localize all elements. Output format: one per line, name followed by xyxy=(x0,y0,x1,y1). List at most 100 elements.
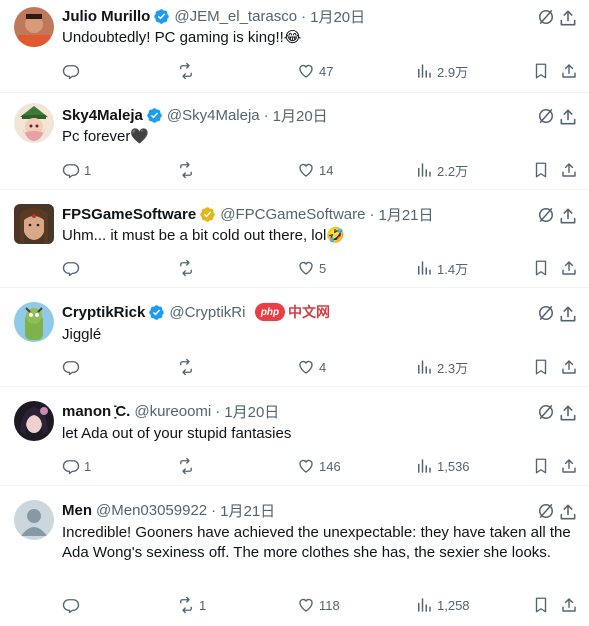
share-button[interactable] xyxy=(560,595,578,615)
reply-text: Incredible! Gooners have achieved the un… xyxy=(62,524,571,561)
bookmark-button[interactable] xyxy=(532,160,550,180)
user-name[interactable]: Men xyxy=(62,502,92,519)
user-handle[interactable]: @JEM_el_tarasco xyxy=(174,8,297,25)
reply-item[interactable]: manon ̣̇̇C. @kureoomi · 1月20日 let Ada ou… xyxy=(0,387,589,486)
share-button[interactable] xyxy=(560,160,578,180)
separator-dot: · xyxy=(301,7,307,25)
like-button[interactable]: 118 xyxy=(297,595,340,615)
bookmark-icon xyxy=(535,359,547,375)
user-name[interactable]: CryptikRick xyxy=(62,304,145,321)
reply-button[interactable]: 1 xyxy=(62,160,91,180)
user-name[interactable]: manon ̣̇̇C. xyxy=(62,403,130,420)
more-icon[interactable] xyxy=(558,107,578,127)
share-button[interactable] xyxy=(560,357,578,377)
more-icon[interactable] xyxy=(558,8,578,28)
action-bar: 1 14 2.2万 xyxy=(62,160,582,180)
bookmark-icon xyxy=(535,63,547,79)
reply-item[interactable]: Sky4Maleja @Sky4Maleja · 1月20日 Pc foreve… xyxy=(0,93,589,190)
timestamp[interactable]: 1月21日 xyxy=(379,204,434,225)
user-handle[interactable]: @CryptikRi xyxy=(169,304,245,321)
like-icon xyxy=(299,459,313,473)
user-name[interactable]: FPSGameSoftware xyxy=(62,206,196,223)
more-icon[interactable] xyxy=(558,206,578,226)
bookmark-button[interactable] xyxy=(532,595,550,615)
user-handle[interactable]: @FPCGameSoftware xyxy=(220,206,365,223)
share-icon xyxy=(562,163,576,177)
repost-button[interactable] xyxy=(177,357,199,377)
bookmark-button[interactable] xyxy=(532,61,550,81)
user-name[interactable]: Julio Murillo xyxy=(62,8,150,25)
user-name[interactable]: Sky4Maleja xyxy=(62,107,143,124)
views-icon xyxy=(418,360,431,374)
views-icon xyxy=(418,64,431,78)
repost-icon xyxy=(180,161,192,179)
bookmark-icon xyxy=(535,162,547,178)
user-handle[interactable]: @Men03059922 xyxy=(96,502,207,519)
reply-button[interactable] xyxy=(62,357,84,377)
bookmark-button[interactable] xyxy=(532,258,550,278)
views-button[interactable]: 2.9万 xyxy=(415,61,468,81)
repost-button[interactable] xyxy=(177,160,199,180)
reply-item[interactable]: Julio Murillo @JEM_el_tarasco · 1月20日 Un… xyxy=(0,0,589,93)
grok-icon[interactable] xyxy=(536,106,556,126)
action-bar: 47 2.9万 xyxy=(62,61,582,81)
timestamp[interactable]: 1月20日 xyxy=(224,401,279,422)
share-button[interactable] xyxy=(560,456,578,476)
avatar[interactable] xyxy=(14,103,54,143)
timestamp[interactable]: 1月20日 xyxy=(310,6,365,27)
reply-button[interactable] xyxy=(62,61,84,81)
reply-count: 1 xyxy=(84,162,92,178)
share-button[interactable] xyxy=(560,61,578,81)
avatar[interactable] xyxy=(14,7,54,47)
avatar[interactable] xyxy=(14,401,54,441)
more-icon[interactable] xyxy=(558,502,578,522)
views-button[interactable]: 1,536 xyxy=(415,456,470,476)
like-button[interactable]: 5 xyxy=(297,258,326,278)
timestamp[interactable]: 1月20日 xyxy=(273,105,328,126)
reply-icon xyxy=(62,460,80,475)
user-handle[interactable]: @Sky4Maleja xyxy=(167,107,260,124)
reply-button[interactable]: 1 xyxy=(62,456,91,476)
bookmark-icon xyxy=(535,458,547,474)
grok-icon[interactable] xyxy=(536,402,556,422)
repost-button[interactable] xyxy=(177,456,199,476)
like-button[interactable]: 4 xyxy=(297,357,326,377)
like-button[interactable]: 146 xyxy=(297,456,341,476)
bookmark-icon xyxy=(535,260,547,276)
watermark-badge: php xyxy=(255,303,285,321)
share-icon xyxy=(562,64,576,78)
reply-button[interactable] xyxy=(62,595,84,615)
grok-icon[interactable] xyxy=(536,7,556,27)
share-button[interactable] xyxy=(560,258,578,278)
grok-icon[interactable] xyxy=(536,501,556,521)
views-button[interactable]: 2.2万 xyxy=(415,160,468,180)
reply-item[interactable]: FPSGameSoftware @FPCGameSoftware · 1月21日… xyxy=(0,190,589,288)
repost-button[interactable] xyxy=(177,258,199,278)
grok-icon[interactable] xyxy=(536,303,556,323)
avatar[interactable] xyxy=(14,204,54,244)
more-icon[interactable] xyxy=(558,304,578,324)
bookmark-button[interactable] xyxy=(532,456,550,476)
views-button[interactable]: 1,258 xyxy=(415,595,470,615)
views-button[interactable]: 1.4万 xyxy=(415,258,468,278)
reply-text: let Ada out of your stupid fantasies xyxy=(62,425,292,442)
reply-item[interactable]: Men @Men03059922 · 1月21日 Incredible! Goo… xyxy=(0,486,589,626)
views-button[interactable]: 2.3万 xyxy=(415,357,468,377)
timestamp[interactable]: 1月21日 xyxy=(220,500,275,521)
avatar[interactable] xyxy=(14,500,54,540)
like-button[interactable]: 14 xyxy=(297,160,333,180)
reply-icon xyxy=(62,65,80,80)
avatar[interactable] xyxy=(14,302,54,342)
repost-button[interactable]: 1 xyxy=(177,595,206,615)
views-icon xyxy=(418,598,431,612)
user-handle[interactable]: @kureoomi xyxy=(134,403,211,420)
repost-button[interactable] xyxy=(177,61,199,81)
more-icon[interactable] xyxy=(558,403,578,423)
reply-button[interactable] xyxy=(62,258,84,278)
grok-icon[interactable] xyxy=(536,205,556,225)
separator-dot: · xyxy=(263,106,269,124)
like-count: 146 xyxy=(319,458,341,474)
reply-text: Jigglé xyxy=(62,326,102,343)
bookmark-button[interactable] xyxy=(532,357,550,377)
like-button[interactable]: 47 xyxy=(297,61,333,81)
